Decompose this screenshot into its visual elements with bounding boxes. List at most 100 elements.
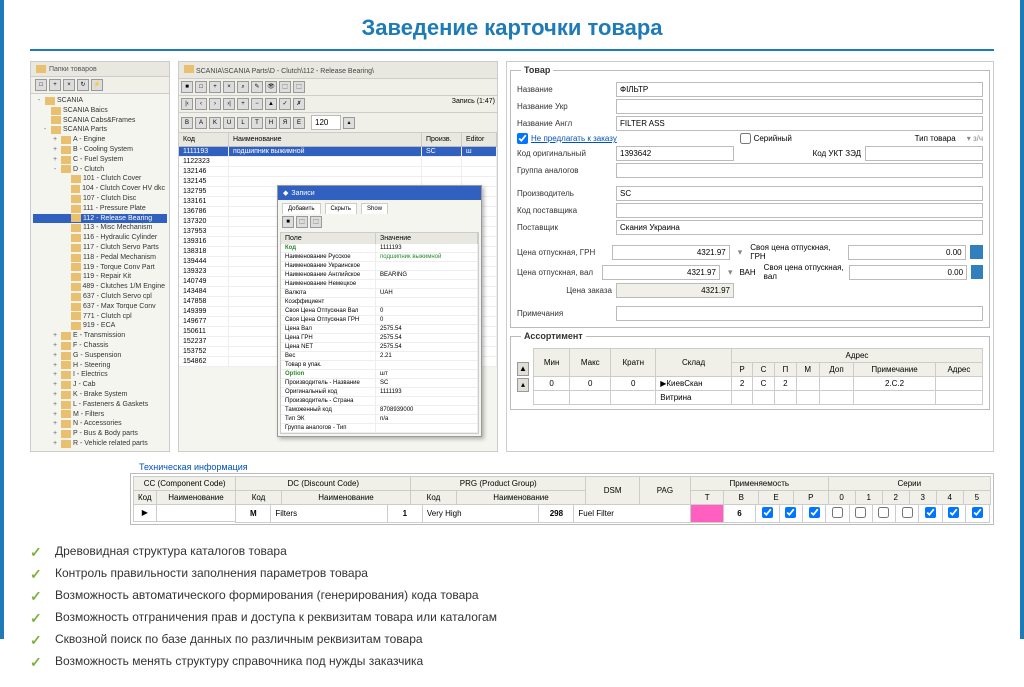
tree-item[interactable]: +M - Filters (33, 410, 167, 420)
del-icon[interactable]: − (251, 98, 263, 110)
prop-row[interactable]: Тип ЭКn/a (281, 415, 478, 424)
grid-tool-icon[interactable]: ■ (181, 81, 193, 93)
prev-icon[interactable]: ‹ (195, 98, 207, 110)
grid-row[interactable]: 132146 (179, 167, 497, 177)
cb-E[interactable] (809, 507, 820, 518)
assort-row[interactable]: Витрина (534, 391, 983, 405)
popup-tool-icon[interactable]: ⬚ (296, 216, 308, 228)
prop-row[interactable]: Вес2.21 (281, 352, 478, 361)
grid-tool-icon[interactable]: ⬚ (279, 81, 291, 93)
col-sklad[interactable]: Склад (656, 349, 732, 377)
tree-item[interactable]: +J - Cab (33, 380, 167, 390)
tree-item[interactable]: +E - Transmission (33, 331, 167, 341)
stepper-icon[interactable]: ▴ (343, 117, 355, 129)
prop-row[interactable]: Наименование Немецкое (281, 280, 478, 289)
col-applic[interactable]: Применяемость (690, 476, 828, 490)
nav-up-icon[interactable]: ▴ (517, 378, 529, 392)
toolbar-icon[interactable]: + (49, 79, 61, 91)
tree-item[interactable]: 101 - Clutch Cover (33, 174, 167, 184)
tree-item[interactable]: 111 - Pressure Plate (33, 204, 167, 214)
tree-item[interactable]: +P - Bus & Body parts (33, 429, 167, 439)
prop-row[interactable]: Наименование Русскоеподшипник выжимной (281, 253, 478, 262)
grid-row[interactable]: 1122323 (179, 157, 497, 167)
popup-header[interactable]: ◆ Записи (278, 186, 481, 200)
last-icon[interactable]: ›| (223, 98, 235, 110)
col-pag[interactable]: PAG (640, 476, 691, 504)
prop-row[interactable]: Optionшт (281, 370, 478, 379)
grid-tool-icon[interactable]: ⌕ (237, 81, 249, 93)
col-proizv[interactable]: Произв. (422, 133, 462, 146)
grid-tool-icon[interactable]: + (209, 81, 221, 93)
popup-tool-icon[interactable]: ■ (282, 216, 294, 228)
input-manufacturer[interactable] (616, 186, 983, 201)
col-prg[interactable]: PRG (Product Group) (411, 476, 586, 490)
tree-item[interactable]: 107 - Clutch Disc (33, 194, 167, 204)
col-p[interactable]: П (774, 363, 796, 377)
tree-item[interactable]: +I - Electrics (33, 370, 167, 380)
cb-s0[interactable] (855, 507, 866, 518)
cb-P[interactable] (832, 507, 843, 518)
calc-icon[interactable] (970, 245, 983, 259)
tab-add[interactable]: Добавить (282, 203, 321, 214)
prop-row[interactable]: Группа аналогов - Тип (281, 424, 478, 433)
page-input[interactable] (311, 115, 341, 130)
prop-row[interactable]: Товар в упак. (281, 361, 478, 370)
tree-item[interactable]: SCANIA Baics (33, 106, 167, 116)
prop-row[interactable]: Цена Вал2575.54 (281, 325, 478, 334)
grid-tool-icon[interactable]: ✎ (251, 81, 263, 93)
assort-row[interactable]: 000▶КиевСкан2С22.C.2 (534, 377, 983, 391)
col-m[interactable]: М (796, 363, 819, 377)
binoculars-icon[interactable]: 👁 (265, 81, 277, 93)
checkbox-no-offer[interactable] (517, 133, 528, 144)
tree-item[interactable]: 119 - Repair Kit (33, 272, 167, 282)
toolbar-icon[interactable]: ⚡ (91, 79, 103, 91)
cb-s3[interactable] (925, 507, 936, 518)
input-name-ukr[interactable] (616, 99, 983, 114)
grid-tool-icon[interactable]: × (223, 81, 235, 93)
cb-B[interactable] (785, 507, 796, 518)
input-notes[interactable] (616, 306, 983, 321)
col-mult[interactable]: Кратн (611, 349, 656, 377)
cb-s4[interactable] (948, 507, 959, 518)
input-price-val[interactable] (602, 265, 720, 280)
tree-item[interactable]: 104 - Clutch Cover HV dkc (33, 184, 167, 194)
input-ukt[interactable] (865, 146, 983, 161)
label-no-offer[interactable]: Не предлагать к заказу (531, 134, 617, 143)
prop-row[interactable]: Своя Цена Отпускная Вал0 (281, 307, 478, 316)
tree-item[interactable]: +L - Fasteners & Gaskets (33, 400, 167, 410)
tree-item[interactable]: 116 - Hydraulic Cylinder (33, 233, 167, 243)
tech-row[interactable]: ▶ M Filters 1 Very High 298 Fuel Filter … (134, 504, 991, 522)
catalog-tree[interactable]: - SCANIA SCANIA BaicsSCANIA Cabs&Frames-… (31, 94, 169, 451)
tree-item[interactable]: 919 - ECA (33, 321, 167, 331)
tree-item[interactable]: 113 - Misc Mechanism (33, 223, 167, 233)
prop-row[interactable]: Производитель - Страна (281, 397, 478, 406)
col-min[interactable]: Мин (534, 349, 570, 377)
input-price-uah[interactable] (612, 245, 730, 260)
tree-item[interactable]: 771 - Clutch cpl (33, 312, 167, 322)
col-cc[interactable]: CC (Component Code) (134, 476, 236, 490)
tree-item[interactable]: +A - Engine (33, 135, 167, 145)
prop-col-val[interactable]: Значение (376, 233, 478, 244)
tree-root[interactable]: SCANIA (57, 96, 83, 106)
tree-item[interactable]: +K - Brake System (33, 390, 167, 400)
toolbar-icon[interactable]: □ (35, 79, 47, 91)
tree-item[interactable]: +R - Vehicle related parts (33, 439, 167, 449)
col-note[interactable]: Примечание (854, 363, 936, 377)
checkbox-serial[interactable] (740, 133, 751, 144)
tree-item[interactable]: 117 - Clutch Servo Parts (33, 243, 167, 253)
add-icon[interactable]: + (237, 98, 249, 110)
cb-s1[interactable] (878, 507, 889, 518)
cancel-icon[interactable]: ✗ (293, 98, 305, 110)
tree-item[interactable]: SCANIA Cabs&Frames (33, 116, 167, 126)
nav-first-icon[interactable]: ▲ (517, 362, 529, 376)
tree-item[interactable]: 637 - Max Torque Conv (33, 302, 167, 312)
input-orig-code[interactable] (616, 146, 734, 161)
calc-icon[interactable] (971, 265, 983, 279)
cb-s5[interactable] (972, 507, 983, 518)
toolbar-icon[interactable]: ↻ (77, 79, 89, 91)
dropdown-icon[interactable]: ▾ (738, 247, 743, 258)
cb-s2[interactable] (902, 507, 913, 518)
col-editor[interactable]: Editor (462, 133, 497, 146)
cb-T[interactable] (762, 507, 773, 518)
prop-row[interactable]: Код1111193 (281, 244, 478, 253)
